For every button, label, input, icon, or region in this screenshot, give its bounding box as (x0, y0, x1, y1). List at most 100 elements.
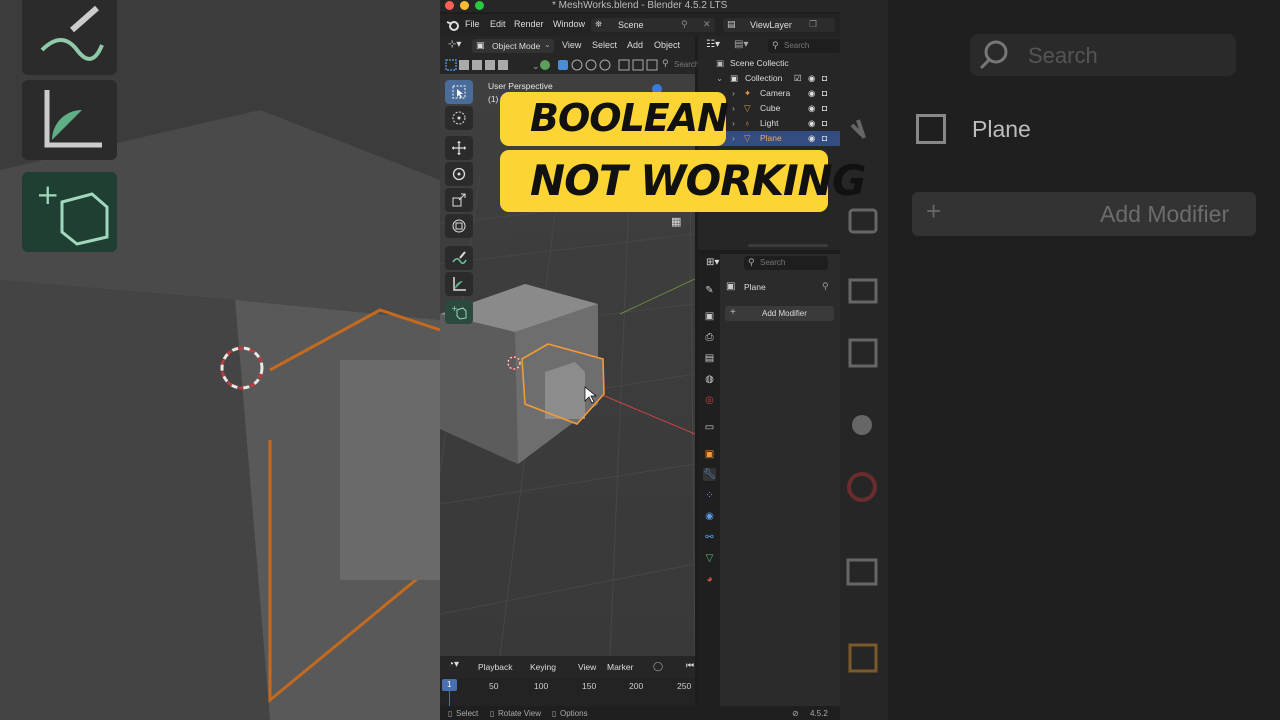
camera-render-icon[interactable]: ◘ (822, 133, 827, 143)
viewport-subheader: ⌄ ⚲ Search (440, 56, 699, 74)
constraints-tab-icon[interactable]: ⚯ (703, 531, 716, 544)
top-menu-bar: File Edit Render Window ⛯ Scene ⚲ ✕ ▤ Vi… (440, 14, 840, 36)
camera-render-icon[interactable]: ◘ (822, 88, 827, 98)
outliner-search[interactable]: ⚲ Search (768, 39, 840, 53)
display-mode-icon[interactable]: ▤▾ (734, 39, 748, 50)
status-bar: ▯ Select ▯ Rotate View ▯ Options ⊘ 4.5.2 (440, 706, 840, 720)
maximize-window-button[interactable] (475, 1, 484, 10)
pin-icon[interactable]: ⚲ (822, 281, 829, 292)
blender-logo-icon[interactable] (446, 18, 460, 32)
jump-start-icon[interactable]: ⏮ (686, 660, 694, 671)
properties-search[interactable]: ⚲ Search (744, 256, 828, 270)
particles-tab-icon[interactable]: ⁘ (703, 489, 716, 502)
current-frame-indicator[interactable]: 1 (442, 679, 457, 691)
minimize-window-button[interactable] (460, 1, 469, 10)
data-tab-icon[interactable]: ▽ (703, 552, 716, 565)
move-tool[interactable] (445, 136, 473, 160)
tool-tab-icon[interactable]: ✎ (703, 284, 716, 297)
outliner-scrollbar[interactable] (748, 244, 828, 247)
chevron-right-icon[interactable]: › (732, 88, 735, 98)
timeline-menu-view[interactable]: View (578, 662, 596, 672)
viewport-menu-view[interactable]: View (562, 40, 581, 50)
cursor-tool[interactable] (445, 106, 473, 130)
timeline-editor-icon[interactable]: ◔▾ (448, 659, 459, 670)
mode-selector[interactable]: ▣ Object Mode ⌄ (472, 39, 554, 53)
banner-text-line2: NOT WORKING (530, 156, 866, 205)
remove-icon[interactable]: ✕ (703, 19, 711, 30)
scene-tab-icon[interactable]: ◍ (703, 373, 716, 386)
material-tab-icon[interactable]: ◕ (703, 573, 716, 586)
bg-add-modifier: + Add Modifier (912, 192, 1256, 236)
mode-label: Object Mode (492, 41, 541, 51)
scale-tool[interactable] (445, 188, 473, 212)
chevron-down-icon[interactable]: ⌄ (716, 73, 723, 84)
view-layer-selector[interactable]: ▤ ViewLayer ❐ (723, 18, 835, 32)
chevron-right-icon[interactable]: › (732, 103, 735, 113)
object-icon: ▣ (726, 281, 736, 292)
viewport-menu-object[interactable]: Object (654, 40, 680, 50)
frame-tick: 50 (489, 681, 499, 691)
physics-tab-icon[interactable]: ◉ (703, 510, 716, 523)
viewport-search-field[interactable]: Search (674, 60, 699, 69)
chevron-right-icon[interactable]: › (732, 118, 735, 128)
transform-tool[interactable] (445, 214, 473, 238)
chevron-right-icon[interactable]: › (732, 133, 735, 143)
checkbox-icon[interactable]: ☑ (794, 73, 802, 84)
camera-render-icon[interactable]: ◘ (822, 118, 827, 128)
select-box-tool[interactable] (445, 80, 473, 104)
timeline-menu-playback[interactable]: Playback (478, 662, 513, 672)
menu-render[interactable]: Render (514, 19, 544, 29)
duplicate-icon[interactable]: ❐ (809, 19, 817, 30)
svg-text:▦: ▦ (671, 215, 681, 228)
menu-file[interactable]: File (465, 19, 480, 29)
timeline[interactable]: 1 50 100 150 200 250 (440, 678, 695, 706)
properties-editor-icon[interactable]: ⊞▾ (706, 257, 719, 268)
scene-selector[interactable]: ⛯ Scene ⚲ ✕ (591, 18, 715, 32)
object-icon (916, 114, 946, 144)
eye-icon[interactable]: ◉ (808, 88, 815, 99)
annotate-tool[interactable] (445, 246, 473, 270)
close-window-button[interactable] (445, 1, 454, 10)
bg-annotate-tool (22, 0, 117, 75)
pin-icon[interactable]: ⚲ (681, 19, 688, 30)
measure-tool[interactable] (445, 272, 473, 296)
eye-icon[interactable]: ◉ (808, 133, 815, 144)
viewport-menu-select[interactable]: Select (592, 40, 617, 50)
autokey-icon[interactable]: ◯ (653, 661, 663, 672)
bg-object-name: Plane (972, 116, 1031, 142)
menu-edit[interactable]: Edit (490, 19, 506, 29)
object-tab-icon[interactable]: ▣ (703, 448, 716, 461)
mouse-right-icon: ▯ (552, 709, 557, 718)
scene-icon: ⛯ (595, 19, 603, 29)
outliner-collection[interactable]: ⌄ ▣ Collection ☑ ◉ ◘ (698, 71, 840, 86)
output-tab-icon[interactable]: ⎙ (703, 331, 716, 344)
world-tab-icon[interactable]: ◎ (703, 394, 716, 407)
add-modifier-button[interactable]: + Add Modifier (725, 306, 834, 321)
collection-tab-icon[interactable]: ▭ (703, 421, 716, 434)
timeline-menu-marker[interactable]: Marker (607, 662, 633, 672)
search-icon (979, 40, 1008, 70)
camera-render-icon[interactable]: ◘ (822, 103, 827, 113)
view-layer-tab-icon[interactable]: ▤ (703, 352, 716, 365)
modifier-tab-icon[interactable]: 🔧︎ (703, 468, 716, 481)
camera-render-icon[interactable]: ◘ (822, 73, 827, 83)
scene-collection-label: Scene Collectic (730, 58, 789, 68)
menu-window[interactable]: Window (553, 19, 585, 29)
timeline-menu-keying[interactable]: Keying (530, 662, 556, 672)
frame-tick: 200 (629, 681, 644, 691)
eye-icon[interactable]: ◉ (808, 118, 815, 129)
eye-icon[interactable]: ◉ (808, 73, 815, 84)
editor-type-icon[interactable]: ⊹▾ (448, 39, 461, 50)
eye-icon[interactable]: ◉ (808, 103, 815, 114)
add-cube-tool[interactable]: + (445, 300, 473, 324)
move-icon (452, 141, 466, 155)
outliner-editor-icon[interactable]: ☷▾ (706, 39, 720, 50)
viewport-menu-add[interactable]: Add (627, 40, 643, 50)
render-tab-icon[interactable]: ▣ (703, 310, 716, 323)
outliner-scene-collection[interactable]: ▣ Scene Collectic (698, 56, 840, 71)
bg-tab-icons (846, 119, 878, 673)
viewport-shading-buttons[interactable]: ⌄ (444, 57, 664, 73)
viewport-search-icon[interactable]: ⚲ (662, 58, 669, 69)
add-cube-icon: + (451, 304, 467, 320)
rotate-tool[interactable] (445, 162, 473, 186)
